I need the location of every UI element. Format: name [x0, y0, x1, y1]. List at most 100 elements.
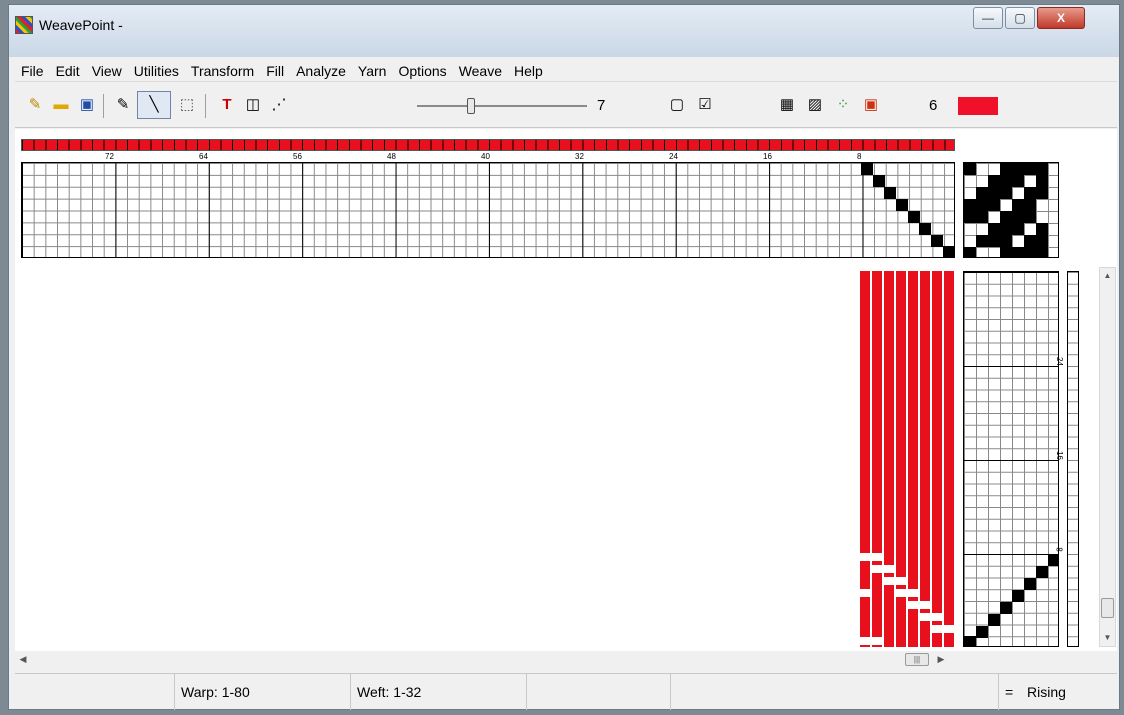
menu-file[interactable]: File	[15, 60, 50, 82]
app-window: WeavePoint - — ▢ X File Edit View Utilit…	[8, 4, 1120, 710]
weft-float	[860, 553, 882, 561]
ruler-label: 72	[105, 152, 114, 161]
tieup-cell	[964, 247, 976, 258]
threading-cell	[908, 211, 920, 223]
ruler-label: 64	[199, 152, 208, 161]
tieup-cell	[976, 235, 1012, 247]
treadling-cell	[976, 626, 988, 638]
treadling-grid[interactable]	[963, 271, 1059, 647]
menu-fill[interactable]: Fill	[260, 60, 290, 82]
treadling-cell	[964, 636, 976, 647]
warp-color-strip[interactable]	[21, 139, 955, 151]
ruler-label: 16	[763, 152, 772, 161]
menu-help[interactable]: Help	[508, 60, 549, 82]
shaft-count: 6	[929, 97, 938, 114]
slider-thumb[interactable]	[467, 98, 475, 114]
menu-analyze[interactable]: Analyze	[290, 60, 352, 82]
select-tool-icon[interactable]: ⬚	[177, 95, 197, 115]
treadling-cell	[1024, 578, 1036, 590]
tieup-cell	[1036, 175, 1048, 187]
slider-track	[417, 105, 587, 107]
tieup-cell	[964, 163, 976, 175]
scroll-down-icon[interactable]: ▼	[1100, 630, 1115, 646]
weft-float	[860, 637, 882, 645]
minimize-button[interactable]: —	[973, 7, 1003, 29]
toolbar: ✎ ▬ ▣ ✎ ╲ ⬚ T ◫ ⋰ 7 ▢ ☑ ▦ ▨ ⁘ ▣ 6	[15, 84, 1117, 128]
tieup-grid[interactable]	[963, 162, 1059, 258]
open-folder-icon[interactable]: ✎	[25, 95, 45, 115]
status-cell-empty	[671, 674, 999, 710]
horizontal-scroll-thumb[interactable]: |||	[905, 653, 929, 666]
ruler-label: 8	[857, 152, 862, 161]
line-tool-icon[interactable]: ╲	[137, 91, 171, 119]
weft-float	[860, 589, 872, 597]
weft-float	[872, 565, 894, 573]
menu-utilities[interactable]: Utilities	[128, 60, 185, 82]
horizontal-scrollbar[interactable]: ◀ ||| ▶	[15, 651, 955, 668]
menu-transform[interactable]: Transform	[185, 60, 260, 82]
menu-edit[interactable]: Edit	[50, 60, 86, 82]
pattern-tool-icon[interactable]: ⋰	[269, 95, 289, 115]
menu-view[interactable]: View	[86, 60, 128, 82]
threading-cell	[943, 246, 955, 258]
ruler-label: 40	[481, 152, 490, 161]
maximize-button[interactable]: ▢	[1005, 7, 1035, 29]
status-cell-empty	[527, 674, 671, 710]
vertical-scrollbar[interactable]: ▲ ▼	[1099, 267, 1116, 647]
zoom-slider[interactable]	[417, 96, 587, 116]
new-page-icon[interactable]: ▢	[667, 95, 687, 115]
treadling-cell	[1048, 554, 1059, 566]
color-palette-icon[interactable]: ⁘	[833, 95, 853, 115]
threading-cell	[861, 163, 873, 175]
side-ruler-label: 8	[1054, 547, 1064, 552]
scroll-right-icon[interactable]: ▶	[933, 651, 949, 668]
copy-tool-icon[interactable]: ◫	[243, 95, 263, 115]
side-ruler-label: 24	[1054, 357, 1064, 366]
tieup-cell	[964, 211, 988, 223]
weft-float	[896, 589, 918, 597]
tieup-cell	[1024, 235, 1048, 247]
ruler-label: 48	[387, 152, 396, 161]
tieup-cell	[1036, 223, 1048, 235]
scroll-up-icon[interactable]: ▲	[1100, 268, 1115, 284]
color-grid-icon[interactable]: ▣	[861, 95, 881, 115]
title-bar: WeavePoint - — ▢ X	[9, 5, 1119, 57]
threading-cell	[931, 235, 943, 247]
threading-grid[interactable]	[21, 162, 955, 258]
treadling-cell	[1036, 566, 1048, 578]
drawdown-view-icon[interactable]: ▨	[805, 95, 825, 115]
status-warp: Warp: 1-80	[175, 674, 351, 710]
checklist-icon[interactable]: ☑	[695, 95, 715, 115]
status-weft: Weft: 1-32	[351, 674, 527, 710]
save-icon[interactable]: ▣	[77, 95, 97, 115]
menu-bar: File Edit View Utilities Transform Fill …	[15, 60, 1117, 82]
menu-yarn[interactable]: Yarn	[352, 60, 393, 82]
ruler-label: 24	[669, 152, 678, 161]
weavepoint-app-icon[interactable]	[15, 16, 33, 34]
weft-float	[908, 601, 930, 609]
fabric-view-icon[interactable]: ▦	[777, 95, 797, 115]
tieup-cell	[1000, 211, 1036, 223]
current-color-swatch[interactable]	[958, 97, 998, 115]
vertical-scroll-thumb[interactable]	[1101, 598, 1114, 618]
scroll-left-icon[interactable]: ◀	[15, 651, 31, 668]
threading-cell	[884, 187, 896, 199]
draft-canvas[interactable]: 72 64 56 48 40 32 24 16 8 24 16 8 ▲ ▼	[15, 129, 1117, 651]
menu-weave[interactable]: Weave	[453, 60, 508, 82]
tieup-cell	[1000, 247, 1048, 258]
side-ruler-label: 16	[1054, 451, 1064, 460]
weft-color-column[interactable]	[1067, 271, 1079, 647]
treadling-cell	[988, 614, 1000, 626]
threading-cell	[896, 199, 908, 211]
toolbar-separator	[205, 94, 206, 118]
tieup-cell	[988, 223, 1024, 235]
treadling-cell	[1012, 590, 1024, 602]
threading-tool-icon[interactable]: T	[217, 95, 237, 115]
pencil-tool-icon[interactable]: ✎	[113, 95, 133, 115]
weft-float	[884, 577, 906, 585]
close-button[interactable]: X	[1037, 7, 1085, 29]
weft-float	[920, 613, 942, 621]
menu-options[interactable]: Options	[392, 60, 452, 82]
folder-icon[interactable]: ▬	[51, 95, 71, 115]
drawdown-preview[interactable]	[860, 271, 955, 647]
